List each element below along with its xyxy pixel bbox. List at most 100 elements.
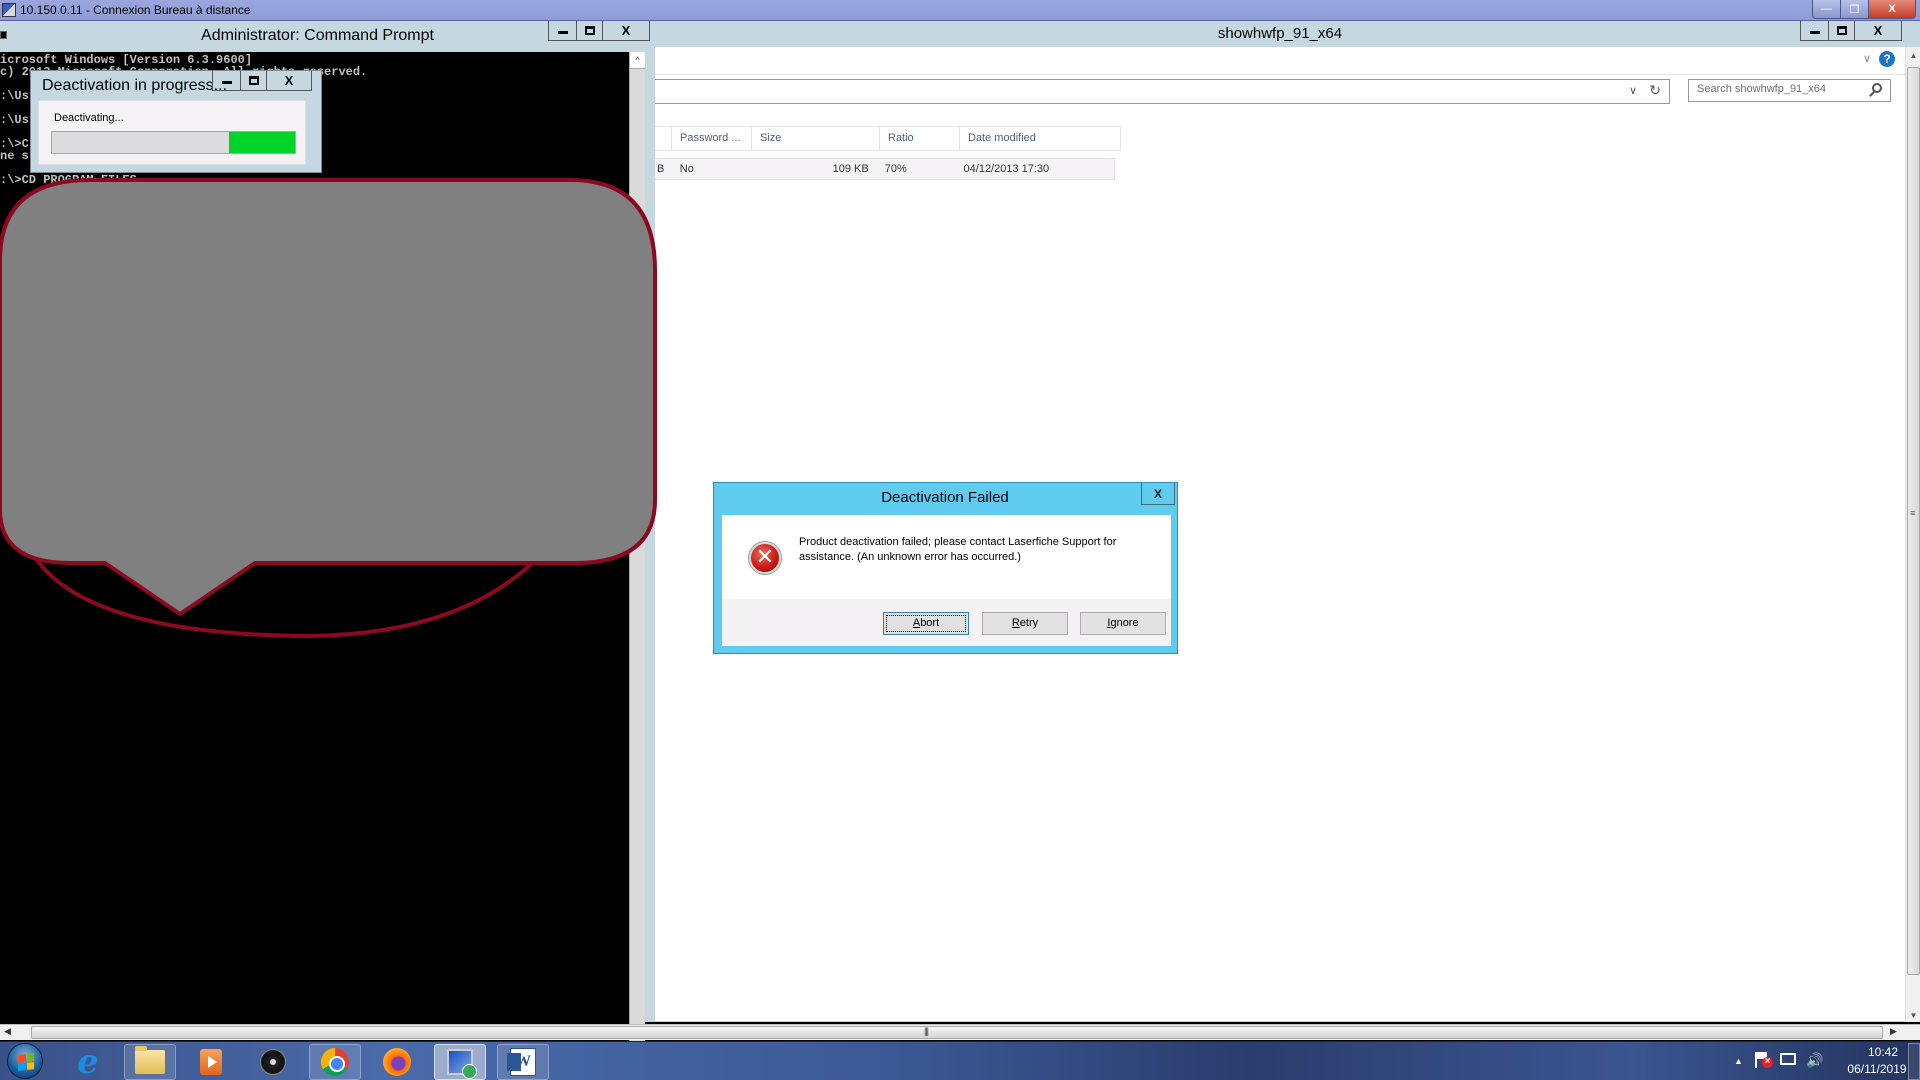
deactivation-failed-dialog: Deactivation Failed X ✕ Product deactiva… [713,482,1178,654]
ignore-button[interactable]: Ignore [1080,612,1166,635]
file-row[interactable]: B No 109 KB 70% 04/12/2013 17:30 [655,158,1115,180]
deactivation-progress-dialog: Deactivation in progress... X Deactivati… [30,70,322,173]
cell-date-modified: 04/12/2013 17:30 [963,163,1050,175]
progress-bar [51,131,296,154]
command-prompt-vertical-scrollbar[interactable]: ^ [629,52,645,1042]
taskbar-disc-app[interactable] [247,1044,299,1080]
address-input[interactable]: ∨ ↻ [655,79,1670,104]
folder-icon [135,1046,165,1074]
remote-desktop-title: 10.150.0.11 - Connexion Bureau à distanc… [20,3,251,17]
file-explorer-titlebar[interactable]: showhwfp_91_x64 X [655,21,1920,47]
scroll-left-icon[interactable]: ◀ [4,1026,11,1037]
system-tray: ▲ 🔊 10:42 06/11/2019 [1730,1042,1920,1080]
search-icon[interactable] [1872,83,1882,93]
ribbon-bar: ∨ ? [655,47,1905,75]
refresh-icon[interactable]: ↻ [1649,82,1661,99]
taskbar: e W ▲ 🔊 10:42 06/11/2019 [0,1041,1920,1080]
error-dialog-title: Deactivation Failed [881,489,1009,506]
taskbar-internet-explorer[interactable]: e [62,1044,114,1080]
windows-logo-icon [18,1053,34,1071]
minimize-icon [221,81,232,84]
retry-label: etry [1019,617,1039,629]
search-input[interactable] [1697,83,1862,95]
scroll-up-icon[interactable]: ^ [630,52,645,69]
internet-explorer-icon: e [77,1042,99,1080]
error-icon: ✕ [749,542,781,574]
progress-close-button[interactable]: X [267,71,311,90]
disc-app-icon [260,1049,286,1075]
expand-ribbon-icon[interactable]: ∨ [1863,52,1871,65]
abort-button[interactable]: Abort [883,612,969,635]
close-icon: X [621,23,631,38]
scrollbar-thumb[interactable] [1907,67,1920,975]
address-bar-row: ∨ ↻ [655,75,1905,111]
show-hidden-icons-button[interactable]: ▲ [1734,1056,1743,1066]
volume-icon[interactable]: 🔊 [1806,1052,1823,1069]
cell-password: No [679,163,694,175]
remote-desktop-window-controls: — ❐ X [1812,0,1916,19]
clock-date[interactable]: 06/11/2019 [1836,1062,1918,1076]
progress-bar-fill [229,132,295,153]
remote-desktop-icon [447,1049,477,1079]
command-prompt-titlebar[interactable]: Administrator: Command Prompt X [0,21,655,51]
taskbar-firefox[interactable] [371,1044,423,1080]
error-dialog-close-button[interactable]: X [1141,483,1175,505]
column-header-date-modified[interactable]: Date modified [960,127,1121,151]
command-prompt-console[interactable]: icrosoft Windows [Version 6.3.9600]c) 20… [0,52,629,1022]
explorer-close-button[interactable]: X [1855,21,1901,40]
cmd-minimize-button[interactable] [549,21,577,40]
horizontal-scrollbar[interactable]: ◀ ||| ▶ [0,1024,1920,1040]
explorer-vertical-scrollbar[interactable]: ▲ ▼ [1905,47,1920,1022]
progress-maximize-button[interactable] [241,71,267,90]
progress-status-text: Deactivating... [54,112,124,124]
progress-dialog-body: Deactivating... [38,100,306,165]
show-desktop-button[interactable] [1908,1043,1920,1080]
taskbar-media-player[interactable] [185,1044,237,1080]
remote-desktop-icon [2,3,16,17]
column-header-size[interactable]: Size [752,127,880,151]
progress-minimize-button[interactable] [213,71,241,90]
command-prompt-window-controls: X [548,21,650,41]
error-dialog-content: ✕ Product deactivation failed; please co… [722,515,1171,599]
file-explorer-title: showhwfp_91_x64 [1217,25,1343,42]
console-line: :\Program Files\L irectory Server> [0,485,310,499]
progress-dialog-title: Deactivation in progress... [42,77,227,94]
console-line: :\Us [0,113,29,127]
error-message: Product deactivation failed; please cont… [799,536,1117,563]
action-center-flag-icon[interactable] [1755,1052,1773,1068]
minimize-icon [557,31,568,34]
column-header-truncated[interactable] [655,127,672,151]
help-icon[interactable]: ? [1879,51,1895,67]
chrome-icon [321,1048,349,1076]
column-header-ratio[interactable]: Ratio [880,127,960,151]
explorer-minimize-button[interactable] [1801,21,1829,40]
cell-size: 109 KB [832,163,869,175]
scroll-right-icon[interactable]: ▶ [1890,1026,1897,1037]
cmd-close-button[interactable]: X [603,21,649,40]
cmd-restore-button[interactable] [577,21,603,40]
scroll-down-icon[interactable]: ▼ [1906,1011,1920,1020]
scroll-up-icon[interactable]: ▲ [1906,51,1920,60]
word-icon: W [507,1048,536,1076]
column-header-password[interactable]: Password ... [672,127,752,151]
horizontal-scrollbar-thumb[interactable] [31,1026,1883,1039]
console-line: :\Us [0,89,29,103]
network-icon[interactable] [1780,1053,1796,1065]
rdp-minimize-button[interactable]: — [1813,0,1841,18]
taskbar-remote-desktop[interactable] [434,1044,486,1080]
scroll-grip-icon: ||| [924,1026,929,1036]
start-button[interactable] [7,1043,43,1079]
taskbar-word[interactable]: W [497,1044,549,1080]
taskbar-file-explorer[interactable] [124,1044,176,1080]
rdp-close-button[interactable]: X [1869,0,1915,18]
chevron-down-icon[interactable]: ∨ [1629,84,1637,97]
console-line: ne s [0,149,29,163]
ignore-label: gnore [1110,617,1139,629]
explorer-restore-button[interactable] [1829,21,1855,40]
retry-button[interactable]: Retry [982,612,1068,635]
rdp-restore-button[interactable]: ❐ [1841,0,1869,18]
restore-icon [1836,26,1847,35]
taskbar-chrome[interactable] [309,1044,361,1080]
close-icon: X [1873,23,1883,38]
error-dialog-button-bar: Abort Retry Ignore [722,599,1171,646]
